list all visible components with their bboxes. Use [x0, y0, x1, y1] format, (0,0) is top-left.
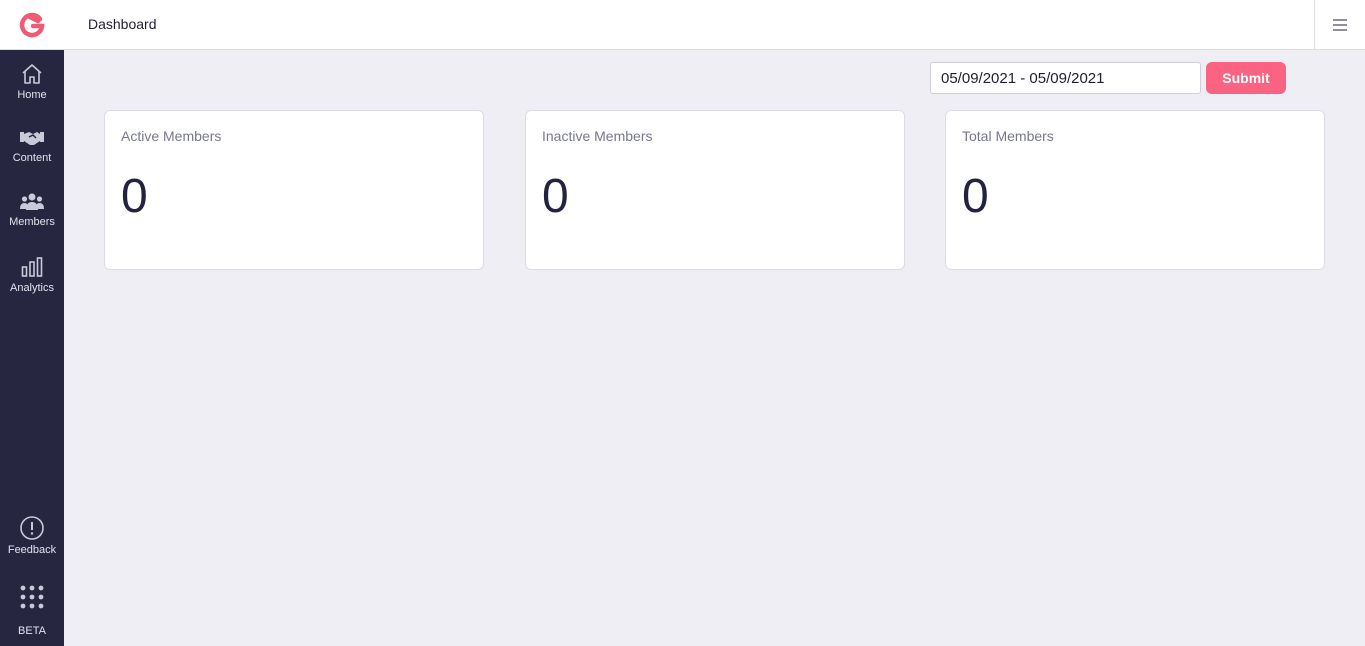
sidebar-item-content[interactable]: Content	[0, 127, 64, 183]
apps-grid-icon	[20, 585, 44, 609]
top-bar: Dashboard	[64, 0, 1365, 50]
stat-card-value: 0	[542, 170, 569, 223]
sidebar-item-members[interactable]: Members	[0, 191, 64, 247]
stat-card-value: 0	[121, 170, 148, 223]
sidebar-item-label: Members	[9, 216, 55, 228]
submit-button[interactable]: Submit	[1206, 62, 1286, 94]
sidebar: Home Content Members Analytics Feedback …	[0, 0, 64, 646]
stat-card-active-members: Active Members 0	[104, 110, 484, 270]
sidebar-item-home[interactable]: Home	[0, 62, 64, 118]
page-title: Dashboard	[88, 16, 157, 32]
home-icon	[22, 64, 42, 84]
sidebar-item-label: Home	[17, 89, 47, 101]
sidebar-item-analytics[interactable]: Analytics	[0, 255, 64, 311]
analytics-icon	[21, 257, 43, 277]
sidebar-item-label: Analytics	[9, 282, 55, 294]
app-logo[interactable]	[0, 0, 64, 50]
hamburger-menu-icon	[1333, 18, 1347, 31]
date-range-input[interactable]	[930, 62, 1201, 94]
sidebar-item-label: Feedback	[7, 544, 57, 556]
sidebar-item-label: BETA	[18, 625, 46, 637]
stat-card-title: Total Members	[962, 128, 1054, 144]
members-icon	[20, 193, 44, 210]
stat-card-title: Inactive Members	[542, 128, 653, 144]
stat-card-title: Active Members	[121, 128, 222, 144]
stat-card-total-members: Total Members 0	[945, 110, 1325, 270]
handshake-icon	[20, 132, 44, 145]
sidebar-item-feedback[interactable]: Feedback	[0, 515, 64, 571]
feedback-icon	[20, 516, 44, 540]
sidebar-item-label: Content	[12, 152, 52, 164]
logo-icon	[19, 12, 45, 37]
stat-card-inactive-members: Inactive Members 0	[525, 110, 905, 270]
stat-card-value: 0	[962, 170, 989, 223]
sidebar-item-beta[interactable]: BETA	[0, 585, 64, 641]
menu-button[interactable]	[1314, 0, 1365, 49]
